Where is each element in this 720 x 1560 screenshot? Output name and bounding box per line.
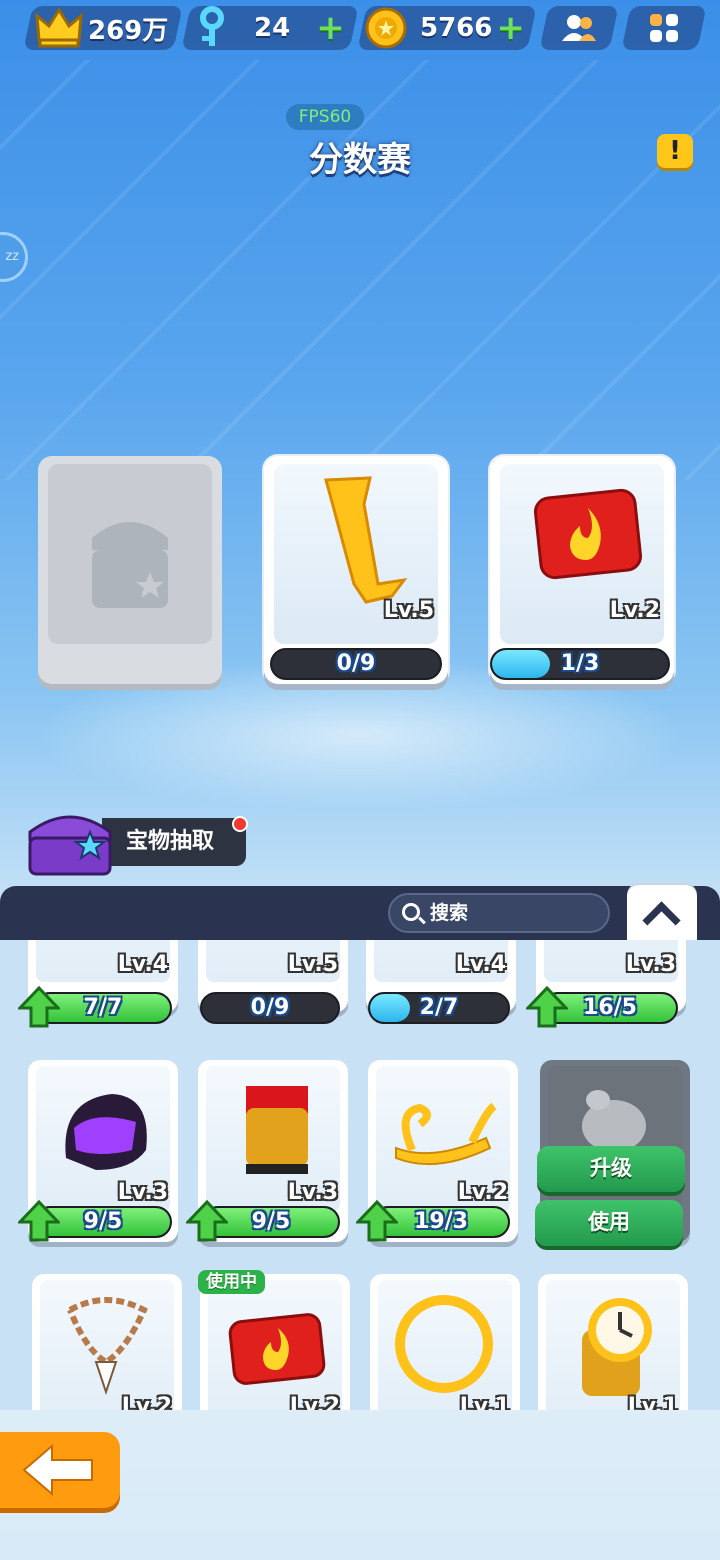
item-level: Lv.2 (609, 598, 660, 623)
coin-value: 5766 (420, 13, 493, 43)
equip-slot-2[interactable]: Lv.5 0/9 (264, 456, 448, 684)
treasure-draw-button[interactable]: 宝物抽取 (24, 798, 246, 878)
item-progress-bar: 7/7 (34, 992, 172, 1024)
key-add-button[interactable]: + (316, 8, 345, 48)
page-title: 分数赛 (309, 140, 411, 180)
coin-add-button[interactable]: + (496, 8, 525, 48)
equip-slot-empty[interactable] (38, 456, 222, 684)
item-progress-bar: 16/5 (542, 992, 678, 1024)
item-level: Lv.4 (455, 952, 506, 977)
info-icon[interactable]: ! (657, 134, 693, 168)
key-resource[interactable]: 24 + (181, 6, 359, 50)
inventory-item[interactable]: Lv.1 (538, 1274, 688, 1410)
fps-counter: FPS60 (286, 104, 364, 130)
progress-text: 7/7 (83, 995, 123, 1020)
equip-slot-3[interactable]: Lv.2 1/3 (490, 456, 674, 684)
inventory-grid: Lv.4 Lv.5 Lv.4 Lv.3 7/7 0/9 2/7 16/5 Lv.… (0, 940, 720, 1410)
key-value: 24 (254, 13, 291, 43)
progress-text: 9/5 (83, 1209, 123, 1234)
back-arrow-icon (22, 1443, 93, 1497)
item-level: Lv.5 (383, 598, 434, 623)
item-level: Lv.1 (627, 1394, 678, 1410)
empty-slot-art (48, 464, 212, 644)
item-progress-bar: 9/5 (34, 1206, 172, 1238)
treasure-chest-icon (28, 815, 112, 876)
collapse-button[interactable] (627, 885, 697, 943)
crown-resource[interactable]: 269万 (23, 6, 183, 50)
use-button[interactable]: 使用 (535, 1200, 683, 1246)
key-icon (200, 6, 224, 46)
item-progress-bar: 2/7 (368, 992, 510, 1024)
coin-icon (365, 7, 407, 49)
item-progress-bar: 0/9 (200, 992, 340, 1024)
notification-dot (232, 816, 248, 832)
back-button[interactable] (0, 1432, 120, 1508)
progress-text: 9/5 (251, 1209, 291, 1234)
menu-grid-button[interactable] (621, 6, 707, 50)
item-level: Lv.5 (287, 952, 338, 977)
progress-text: 0/9 (250, 995, 290, 1020)
friends-button[interactable] (539, 6, 619, 50)
friends-icon (562, 15, 596, 41)
item-level: Lv.2 (289, 1394, 340, 1410)
item-progress-bar: 19/3 (372, 1206, 510, 1238)
progress-text: 16/5 (583, 995, 637, 1020)
item-progress-bar: 0/9 (270, 648, 442, 680)
grid-icon (650, 14, 678, 42)
golden-watch-icon (582, 1298, 652, 1396)
coin-resource[interactable]: 5766 + (357, 6, 537, 50)
top-resource-bar: 269万 24 + 5766 + (0, 0, 720, 56)
item-level: Lv.3 (117, 1180, 168, 1205)
fire-band-icon (228, 1313, 326, 1385)
progress-text: 19/3 (414, 1209, 468, 1234)
inventory-item-in-use[interactable]: Lv.2 (200, 1274, 350, 1410)
progress-text: 0/9 (336, 651, 376, 676)
progress-text: 1/3 (560, 651, 600, 676)
golden-ring-icon (395, 1295, 493, 1393)
item-level: Lv.2 (121, 1394, 172, 1410)
item-level: Lv.4 (117, 952, 168, 977)
progress-text: 2/7 (419, 995, 459, 1020)
item-level: Lv.2 (457, 1180, 508, 1205)
tooth-necklace-icon (67, 1297, 148, 1396)
inventory-header (0, 886, 720, 946)
search-icon (402, 903, 420, 921)
crown-icon (35, 7, 83, 48)
item-level: Lv.1 (459, 1394, 510, 1410)
item-progress-bar: 1/3 (490, 648, 670, 680)
chest-placeholder-icon (92, 522, 168, 608)
inventory-item[interactable]: Lv.1 (370, 1274, 520, 1410)
crown-value: 269万 (88, 15, 169, 46)
treasure-draw-label: 宝物抽取 (102, 818, 246, 866)
item-level: Lv.3 (287, 1180, 338, 1205)
search-input[interactable]: 搜索 (388, 893, 610, 933)
in-use-badge: 使用中 (198, 1270, 265, 1294)
item-level: Lv.3 (625, 952, 676, 977)
upgrade-button[interactable]: 升级 (537, 1146, 685, 1192)
item-progress-bar: 9/5 (202, 1206, 340, 1238)
inventory-item[interactable]: Lv.2 (32, 1274, 182, 1410)
